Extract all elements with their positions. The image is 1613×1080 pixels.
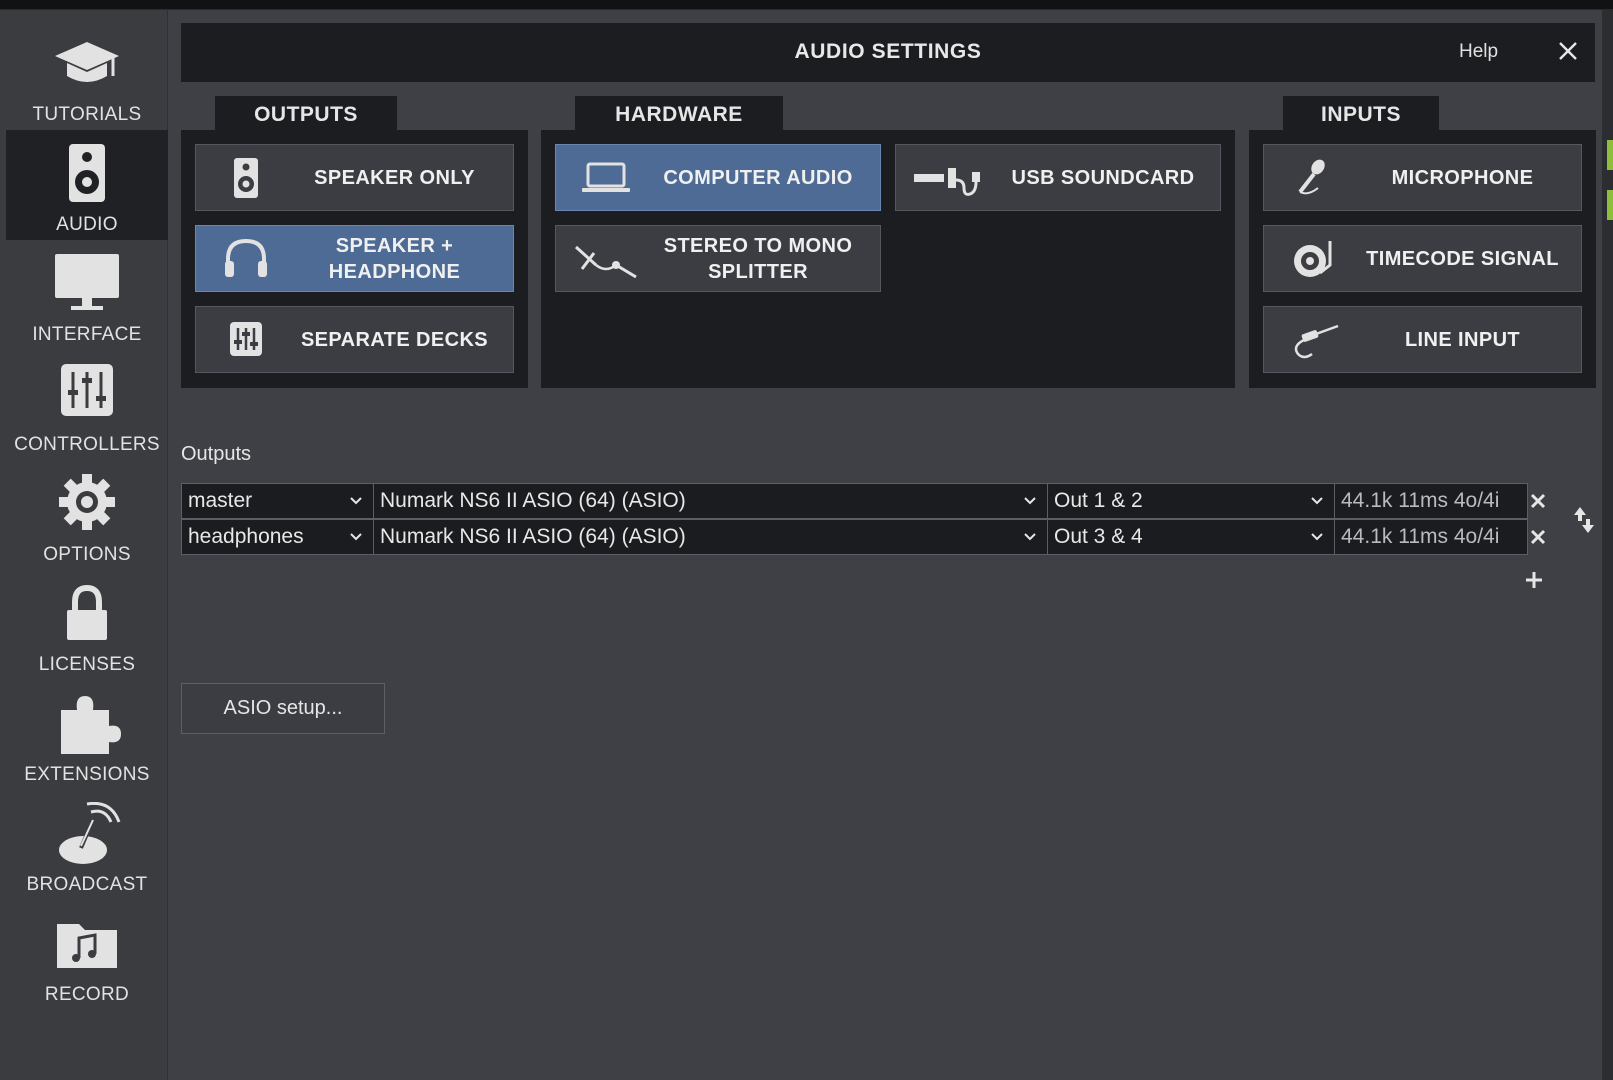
sidebar-item-label: RECORD: [44, 984, 130, 1005]
dialog-title: AUDIO SETTINGS: [794, 40, 982, 63]
sidebar-item-controllers[interactable]: CONTROLLERS: [6, 350, 168, 460]
sidebar-item-extensions[interactable]: EXTENSIONS: [6, 680, 168, 790]
sidebar-item-label: BROADCAST: [26, 874, 148, 895]
laptop-icon: [582, 162, 630, 192]
outputs-table-label: Outputs: [181, 443, 252, 465]
puzzle-piece-icon: [61, 696, 121, 754]
right-edge-level-marker: [1607, 190, 1613, 220]
sidebar-item-label: LICENSES: [38, 654, 136, 675]
channel-select[interactable]: master: [181, 483, 374, 519]
sidebar-item-tutorials[interactable]: TUTORIALS: [6, 20, 168, 130]
music-folder-icon: [57, 924, 117, 968]
option-label: LINE INPUT: [1404, 328, 1521, 351]
add-output-icon[interactable]: [1524, 570, 1544, 590]
output-channels-value: Out 3 & 4: [1054, 525, 1143, 548]
sidebar-item-interface[interactable]: INTERFACE: [6, 240, 168, 350]
computer-audio-button[interactable]: COMPUTER AUDIO: [555, 144, 881, 211]
section-tab-hardware: HARDWARE: [575, 96, 783, 132]
option-label: MICROPHONE: [1391, 166, 1534, 189]
option-label: TIMECODE SIGNAL: [1366, 247, 1559, 270]
remove-row-icon[interactable]: [1529, 528, 1547, 546]
reorder-arrows-icon[interactable]: [1573, 505, 1595, 535]
chevron-down-icon: [1311, 533, 1323, 541]
dialog-titlebar: AUDIO SETTINGS Help: [181, 23, 1595, 82]
sidebar-item-licenses[interactable]: LICENSES: [6, 570, 168, 680]
inputs-panel: MICROPHONE TIMECODE SIGNAL LINE INPUT: [1249, 130, 1596, 388]
settings-sidebar: TUTORIALS AUDIO INTERFACE CONTROLLERS OP…: [0, 10, 168, 1080]
microphone-icon: [1298, 159, 1325, 195]
top-strip: [0, 0, 1613, 10]
mixer-faders-icon: [230, 322, 262, 356]
option-label-line: HEADPHONE: [328, 260, 461, 283]
device-select[interactable]: Numark NS6 II ASIO (64) (ASIO): [373, 483, 1048, 519]
graduation-cap-icon: [55, 42, 119, 82]
option-label: SPEAKER + HEADPHONE: [286, 226, 503, 291]
stereo-to-mono-splitter-button[interactable]: STEREO TO MONO SPLITTER: [555, 225, 881, 292]
sidebar-item-audio[interactable]: AUDIO: [6, 130, 168, 240]
right-edge-strip: [1602, 10, 1613, 1080]
sidebar-item-label: AUDIO: [56, 214, 118, 235]
device-select[interactable]: Numark NS6 II ASIO (64) (ASIO): [373, 519, 1048, 555]
sidebar-item-options[interactable]: OPTIONS: [6, 460, 168, 570]
channel-select-value: headphones: [188, 525, 304, 548]
chevron-down-icon: [1311, 497, 1323, 505]
device-select-value: Numark NS6 II ASIO (64) (ASIO): [380, 525, 686, 548]
headphones-icon: [225, 239, 267, 277]
separate-decks-button[interactable]: SEPARATE DECKS: [195, 306, 514, 373]
monitor-icon: [55, 254, 119, 310]
remove-row-icon[interactable]: [1529, 492, 1547, 510]
chevron-down-icon: [350, 533, 362, 541]
sidebar-item-label: EXTENSIONS: [24, 764, 150, 785]
output-channels-select[interactable]: Out 3 & 4: [1047, 519, 1335, 555]
lock-icon: [67, 584, 107, 640]
timecode-signal-button[interactable]: TIMECODE SIGNAL: [1263, 225, 1582, 292]
mixer-faders-icon: [61, 364, 113, 416]
output-channels-select[interactable]: Out 1 & 2: [1047, 483, 1335, 519]
speaker-icon: [69, 144, 105, 202]
option-label: USB SOUNDCARD: [1011, 166, 1195, 189]
channel-select-value: master: [188, 489, 253, 512]
sidebar-item-label: OPTIONS: [43, 544, 131, 565]
turntable-icon: [1294, 241, 1332, 277]
output-channels-value: Out 1 & 2: [1054, 489, 1143, 512]
sidebar-item-record[interactable]: RECORD: [6, 900, 168, 1010]
hardware-panel: COMPUTER AUDIO USB SOUNDCARD STEREO TO M…: [541, 130, 1235, 388]
channel-select[interactable]: headphones: [181, 519, 374, 555]
sidebar-item-broadcast[interactable]: BROADCAST: [6, 790, 168, 900]
device-info: 44.1k 11ms 4o/4i: [1334, 483, 1528, 519]
speaker-icon: [234, 158, 258, 198]
option-label: SEPARATE DECKS: [300, 328, 489, 351]
device-info: 44.1k 11ms 4o/4i: [1334, 519, 1528, 555]
rca-cable-icon: [1294, 324, 1339, 359]
sidebar-item-label: TUTORIALS: [32, 104, 142, 125]
sidebar-item-label: CONTROLLERS: [14, 434, 160, 455]
gear-icon: [59, 474, 115, 530]
y-splitter-cable-icon: [574, 245, 637, 279]
satellite-dish-icon: [59, 802, 121, 864]
help-link[interactable]: Help: [1459, 41, 1498, 63]
usb-soundcard-button[interactable]: USB SOUNDCARD: [895, 144, 1221, 211]
asio-setup-button[interactable]: ASIO setup...: [181, 683, 385, 734]
sidebar-item-label: INTERFACE: [32, 324, 142, 345]
option-label: STEREO TO MONO SPLITTER: [646, 226, 870, 291]
usb-cable-icon: [914, 168, 980, 196]
option-label-line: SPLITTER: [708, 260, 808, 283]
chevron-down-icon: [350, 497, 362, 505]
option-label: SPEAKER ONLY: [314, 166, 475, 189]
speaker-only-button[interactable]: SPEAKER ONLY: [195, 144, 514, 211]
outputs-panel: SPEAKER ONLY SPEAKER + HEADPHONE SEPARATE…: [181, 130, 528, 388]
close-icon[interactable]: [1556, 39, 1580, 63]
line-input-button[interactable]: LINE INPUT: [1263, 306, 1582, 373]
chevron-down-icon: [1024, 497, 1036, 505]
microphone-button[interactable]: MICROPHONE: [1263, 144, 1582, 211]
option-label-line: STEREO TO MONO: [663, 234, 853, 257]
section-tab-inputs: INPUTS: [1283, 96, 1439, 132]
right-edge-level-marker: [1607, 140, 1613, 170]
device-select-value: Numark NS6 II ASIO (64) (ASIO): [380, 489, 686, 512]
option-label-line: SPEAKER +: [335, 234, 454, 257]
speaker-headphone-button[interactable]: SPEAKER + HEADPHONE: [195, 225, 514, 292]
chevron-down-icon: [1024, 533, 1036, 541]
section-tab-outputs: OUTPUTS: [215, 96, 397, 132]
option-label: COMPUTER AUDIO: [663, 166, 853, 189]
